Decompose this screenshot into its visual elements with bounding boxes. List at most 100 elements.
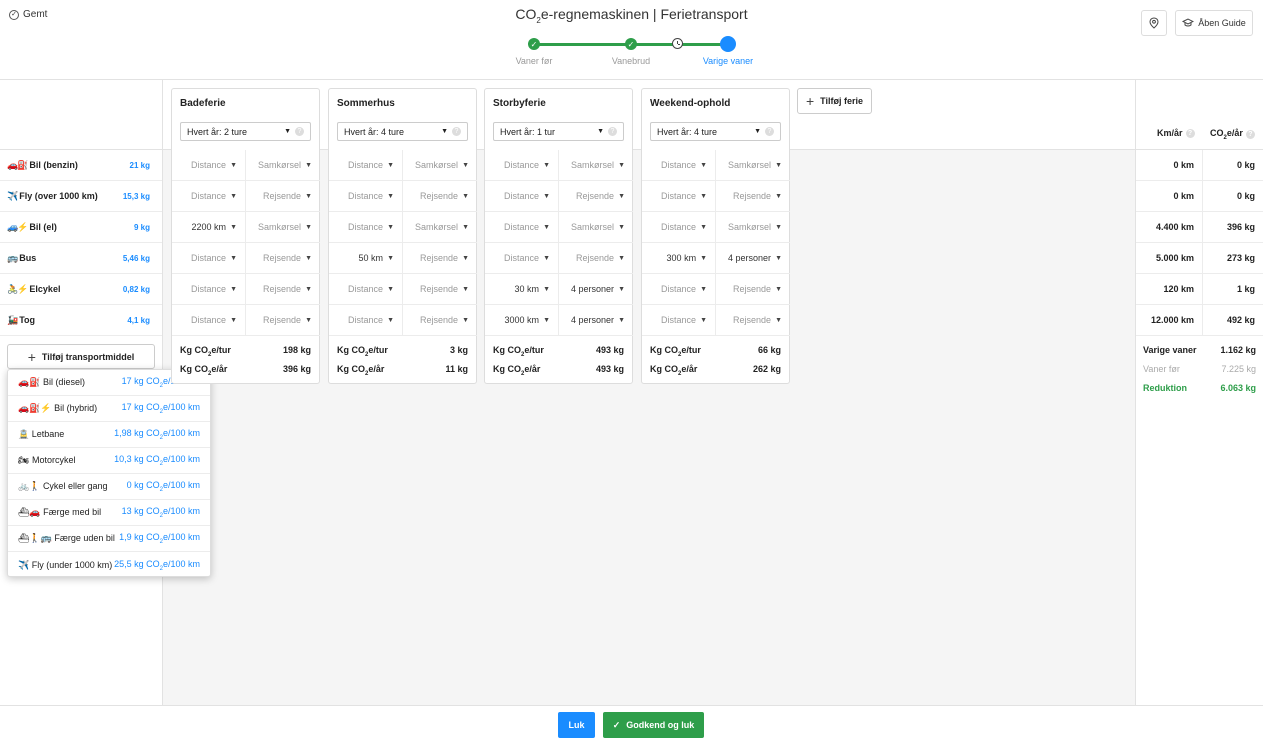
travelers-select[interactable]: 4 personer ▼ bbox=[559, 274, 633, 305]
dropdown-item[interactable]: ✈️ Fly (under 1000 km) 25,5 kg CO2e/100 k… bbox=[8, 552, 210, 578]
step-check-icon[interactable]: ✓ bbox=[528, 38, 540, 50]
travelers-select[interactable]: Rejsende ▼ bbox=[246, 274, 320, 305]
help-icon[interactable]: ? bbox=[1185, 128, 1195, 138]
summary-km: 0 km bbox=[1136, 181, 1203, 212]
distance-select[interactable]: 3000 km ▼ bbox=[485, 305, 559, 336]
distance-select[interactable]: Distance ▼ bbox=[485, 150, 559, 181]
dropdown-item-name: ⛴🚗 Færge med bil bbox=[18, 507, 102, 517]
add-transport-button[interactable]: + Tilføj transportmiddel bbox=[7, 344, 155, 369]
travelers-select[interactable]: Rejsende ▼ bbox=[403, 274, 477, 305]
holiday-title[interactable]: Sommerhus bbox=[337, 98, 395, 109]
help-icon[interactable]: ? bbox=[1245, 129, 1255, 139]
transport-icon: 🚲🚶 bbox=[18, 481, 41, 491]
transport-row[interactable]: 🚙⚡ Bil (el) 9 kg bbox=[0, 212, 162, 243]
travelers-select[interactable]: Rejsende ▼ bbox=[559, 181, 633, 212]
holiday-card: Sommerhus Hvert år: 4 ture ▼? Distance ▼ Samk… bbox=[328, 88, 477, 384]
location-button[interactable] bbox=[1141, 10, 1167, 36]
per-trip-total: Kg CO2e/tur 198 kg bbox=[180, 345, 311, 358]
distance-select[interactable]: Distance ▼ bbox=[329, 212, 403, 243]
distance-select[interactable]: 50 km ▼ bbox=[329, 243, 403, 274]
travelers-select[interactable]: Rejsende ▼ bbox=[246, 305, 320, 336]
help-icon[interactable]: ? bbox=[765, 127, 774, 136]
travelers-select[interactable]: Rejsende ▼ bbox=[716, 305, 790, 336]
step-label-lasting[interactable]: Varige vaner bbox=[688, 56, 768, 66]
per-year-total: Kg CO2e/år 493 kg bbox=[493, 364, 624, 377]
distance-select[interactable]: Distance ▼ bbox=[329, 305, 403, 336]
holiday-title[interactable]: Storbyferie bbox=[493, 98, 546, 109]
travelers-select[interactable]: Rejsende ▼ bbox=[246, 181, 320, 212]
transport-row[interactable]: 🚴⚡ Elcykel 0,82 kg bbox=[0, 274, 162, 305]
travelers-select[interactable]: Samkørsel ▼ bbox=[716, 212, 790, 243]
travelers-select[interactable]: 4 personer ▼ bbox=[559, 305, 633, 336]
travelers-select[interactable]: Rejsende ▼ bbox=[403, 243, 477, 274]
distance-select[interactable]: Distance ▼ bbox=[329, 150, 403, 181]
holiday-title[interactable]: Badeferie bbox=[180, 98, 226, 109]
dropdown-item-name: 🚗⛽⚡ Bil (hybrid) bbox=[18, 403, 98, 413]
step-label-before[interactable]: Vaner før bbox=[494, 56, 574, 66]
open-guide-button[interactable]: Åben Guide bbox=[1175, 10, 1253, 36]
step-label-break[interactable]: Vanebrud bbox=[591, 56, 671, 66]
travelers-select[interactable]: 4 personer ▼ bbox=[716, 243, 790, 274]
dropdown-item[interactable]: 🚊 Letbane 1,98 kg CO2e/100 km bbox=[8, 422, 210, 448]
distance-select[interactable]: Distance ▼ bbox=[172, 150, 246, 181]
frequency-select[interactable]: Hvert år: 4 ture ▼? bbox=[650, 122, 781, 141]
travelers-select[interactable]: Samkørsel ▼ bbox=[403, 212, 477, 243]
travelers-select[interactable]: Rejsende ▼ bbox=[403, 181, 477, 212]
distance-select[interactable]: Distance ▼ bbox=[172, 305, 246, 336]
distance-select[interactable]: Distance ▼ bbox=[642, 274, 716, 305]
step-check-icon[interactable]: ✓ bbox=[625, 38, 637, 50]
distance-select[interactable]: Distance ▼ bbox=[172, 181, 246, 212]
distance-select[interactable]: Distance ▼ bbox=[485, 212, 559, 243]
travelers-select[interactable]: Samkørsel ▼ bbox=[403, 150, 477, 181]
summary-co2: 492 kg bbox=[1203, 305, 1263, 336]
distance-select[interactable]: Distance ▼ bbox=[485, 181, 559, 212]
distance-select[interactable]: Distance ▼ bbox=[172, 243, 246, 274]
dropdown-item[interactable]: ⛴🚶🚌 Færge uden bil 1,9 kg CO2e/100 km bbox=[8, 526, 210, 552]
distance-select[interactable]: Distance ▼ bbox=[329, 274, 403, 305]
clock-icon[interactable] bbox=[672, 38, 683, 49]
holiday-title[interactable]: Weekend-ophold bbox=[650, 98, 730, 109]
help-icon[interactable]: ? bbox=[295, 127, 304, 136]
distance-select[interactable]: Distance ▼ bbox=[642, 305, 716, 336]
transport-row[interactable]: ✈️ Fly (over 1000 km) 15,3 kg bbox=[0, 181, 162, 212]
help-icon[interactable]: ? bbox=[608, 127, 617, 136]
add-holiday-button[interactable]: + Tilføj ferie bbox=[797, 88, 872, 114]
frequency-select[interactable]: Hvert år: 4 ture ▼? bbox=[337, 122, 468, 141]
distance-select[interactable]: Distance ▼ bbox=[329, 181, 403, 212]
approve-close-button[interactable]: ✓ Godkend og luk bbox=[603, 712, 704, 738]
frequency-select[interactable]: Hvert år: 1 tur ▼? bbox=[493, 122, 624, 141]
dropdown-item-value: 10,3 kg CO2e/100 km bbox=[114, 454, 200, 467]
transport-row[interactable]: 🚂 Tog 4,1 kg bbox=[0, 305, 162, 336]
travelers-select[interactable]: Samkørsel ▼ bbox=[246, 212, 320, 243]
distance-select[interactable]: Distance ▼ bbox=[485, 243, 559, 274]
step-current[interactable] bbox=[720, 36, 736, 52]
distance-select[interactable]: 2200 km ▼ bbox=[172, 212, 246, 243]
travelers-select[interactable]: Rejsende ▼ bbox=[559, 243, 633, 274]
distance-select[interactable]: Distance ▼ bbox=[642, 181, 716, 212]
travelers-select[interactable]: Rejsende ▼ bbox=[246, 243, 320, 274]
distance-select[interactable]: Distance ▼ bbox=[642, 150, 716, 181]
dropdown-item[interactable]: ⛴🚗 Færge med bil 13 kg CO2e/100 km bbox=[8, 500, 210, 526]
dropdown-item-value: 1,9 kg CO2e/100 km bbox=[119, 532, 200, 545]
travelers-select[interactable]: Samkørsel ▼ bbox=[559, 212, 633, 243]
travelers-select[interactable]: Rejsende ▼ bbox=[716, 274, 790, 305]
frequency-select[interactable]: Hvert år: 2 ture ▼? bbox=[180, 122, 311, 141]
distance-select[interactable]: 30 km ▼ bbox=[485, 274, 559, 305]
travelers-select[interactable]: Rejsende ▼ bbox=[716, 181, 790, 212]
travelers-select[interactable]: Samkørsel ▼ bbox=[559, 150, 633, 181]
dropdown-item[interactable]: 🚗⛽⚡ Bil (hybrid) 17 kg CO2e/100 km bbox=[8, 396, 210, 422]
travelers-select[interactable]: Samkørsel ▼ bbox=[716, 150, 790, 181]
distance-select[interactable]: 300 km ▼ bbox=[642, 243, 716, 274]
transport-dropdown: 🚗⛽ Bil (diesel)17 kg CO2e/100 km🚗⛽⚡ Bil … bbox=[7, 369, 211, 577]
close-button[interactable]: Luk bbox=[558, 712, 595, 738]
header-divider bbox=[0, 79, 1263, 80]
help-icon[interactable]: ? bbox=[452, 127, 461, 136]
dropdown-item[interactable]: 🚲🚶 Cykel eller gang 0 kg CO2e/100 km bbox=[8, 474, 210, 500]
distance-select[interactable]: Distance ▼ bbox=[642, 212, 716, 243]
distance-select[interactable]: Distance ▼ bbox=[172, 274, 246, 305]
transport-row[interactable]: 🚗⛽ Bil (benzin) 21 kg bbox=[0, 150, 162, 181]
dropdown-item[interactable]: 🏍 Motorcykel 10,3 kg CO2e/100 km bbox=[8, 448, 210, 474]
travelers-select[interactable]: Rejsende ▼ bbox=[403, 305, 477, 336]
travelers-select[interactable]: Samkørsel ▼ bbox=[246, 150, 320, 181]
transport-row[interactable]: 🚌 Bus 5,46 kg bbox=[0, 243, 162, 274]
